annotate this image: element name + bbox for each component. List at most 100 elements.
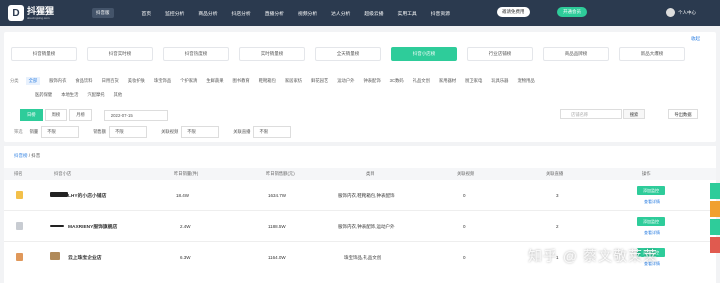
shop-name[interactable]: 云上珠宝企业店 [68, 254, 102, 261]
main-nav: 首页 监控分析 商品分析 抖店分析 直播分析 视频分析 达人分析 超级云播 实用… [142, 10, 464, 17]
filter-panel: 收起 抖音销量榜 抖音实时榜 抖音热度榜 实时销量榜 全天销量榜 抖音小店榜 行… [4, 32, 716, 142]
subcategory-chip[interactable]: 本地生活 [61, 92, 78, 98]
subcategory-chip[interactable]: 家居家纺 [285, 78, 302, 84]
sales-filter-select[interactable]: 不限 [41, 126, 80, 138]
category-tab[interactable]: 商品品牌榜 [543, 47, 609, 61]
videos-value: 0 [463, 224, 466, 229]
view-detail-link[interactable]: 查看详情 [644, 230, 660, 236]
region-selector[interactable]: 抖音版 [92, 8, 114, 18]
nav-item-shop[interactable]: 抖店分析 [232, 10, 251, 17]
nav-item-tools[interactable]: 实用工具 [398, 10, 417, 17]
shop-search-input[interactable]: 店铺名称 [560, 109, 622, 119]
period-week[interactable]: 周榜 [44, 109, 68, 121]
date-picker[interactable]: 2022-07-15 [103, 109, 168, 121]
revenue-filter-label: 销售额 [93, 129, 107, 134]
collapse-link[interactable]: 收起 [691, 36, 700, 42]
add-monitor-button[interactable]: 添加监控 [637, 186, 665, 195]
subcategory-chip[interactable]: 其他 [114, 92, 123, 98]
nav-item-live[interactable]: 直播分析 [265, 10, 284, 17]
side-tab[interactable] [710, 183, 720, 199]
nav-item-video[interactable]: 视频分析 [298, 10, 317, 17]
videos-value: 0 [463, 193, 466, 198]
breadcrumb-home[interactable]: 抖音榜 [14, 153, 28, 158]
subcategory-chip[interactable]: 鞋靴箱包 [259, 78, 276, 84]
vip-button[interactable]: 开通会员 [557, 7, 587, 17]
header-videos[interactable]: 关联视频 [457, 171, 474, 177]
header-revenue[interactable]: 昨日销售额(元) [266, 171, 295, 177]
subcategory-chip[interactable]: 服饰内衣 [49, 78, 66, 84]
category-label: 分类 [10, 78, 19, 83]
category-tab[interactable]: 抖音实时榜 [87, 47, 153, 61]
category-value: 珠宝饰品,礼品文创 [344, 255, 382, 260]
nav-item-product[interactable]: 商品分析 [198, 10, 217, 17]
sales-value: 2.4W [180, 224, 191, 229]
invite-button[interactable]: 邀请免费用 [497, 7, 530, 17]
subcategory-chip[interactable]: 食品饮料 [75, 78, 92, 84]
revenue-value: 1188.5W [268, 224, 286, 229]
period-day[interactable]: 日榜 [20, 109, 43, 121]
subcategory-chip[interactable]: 汽配摩托 [87, 92, 104, 98]
shop-name[interactable]: MAXRIENY服饰旗舰店 [68, 223, 117, 230]
subcategory-row: 分类 全部 服饰内衣 食品饮料 日用百货 美妆护肤 珠宝饰品 个护家清 生鲜蔬果… [10, 77, 544, 85]
shop-name[interactable]: LHY的小店小铺店 [68, 192, 106, 199]
video-filter-label: 关联视频 [161, 129, 179, 134]
category-tab[interactable]: 全天销量榜 [315, 47, 381, 61]
view-detail-link[interactable]: 查看详情 [644, 199, 660, 205]
category-tab-active[interactable]: 抖音小店榜 [391, 47, 457, 61]
nav-item-influencer[interactable]: 达人分析 [331, 10, 350, 17]
add-monitor-button[interactable]: 添加监控 [637, 217, 665, 226]
subcategory-chip[interactable]: 运动户外 [337, 78, 354, 84]
shop-logo [50, 192, 68, 197]
logo-subtitle: douxingxing.com [27, 15, 50, 20]
category-tab[interactable]: 新品大爆榜 [619, 47, 685, 61]
subcategory-chip[interactable]: 家用器材 [439, 78, 456, 84]
nav-item-resources[interactable]: 抖音资源 [431, 10, 450, 17]
subcategory-chip[interactable]: 生鲜蔬果 [206, 78, 223, 84]
subcategory-chip[interactable]: 个护家清 [180, 78, 197, 84]
side-tab[interactable] [710, 201, 720, 217]
watermark: 知乎 @ 蔡文敬莱莱 [528, 248, 658, 264]
subcategory-chip[interactable]: 钟表配饰 [363, 78, 380, 84]
category-tab[interactable]: 实时销量榜 [239, 47, 305, 61]
revenue-filter-select[interactable]: 不限 [109, 126, 148, 138]
search-button[interactable]: 搜索 [623, 109, 645, 119]
header-lives[interactable]: 关联直播 [546, 171, 563, 177]
side-tab[interactable] [710, 237, 720, 253]
breadcrumb-current: 抖音 [31, 153, 41, 158]
video-filter-select[interactable]: 不限 [181, 126, 220, 138]
category-value: 服饰内衣,鞋靴箱包,钟表配饰 [338, 193, 395, 198]
logo-name: 抖猩猩 [27, 5, 55, 16]
live-filter-label: 关联直播 [233, 129, 251, 134]
export-button[interactable]: 导出数据 [668, 109, 698, 119]
category-tab[interactable]: 抖音销量榜 [11, 47, 77, 61]
subcategory-chip[interactable]: 日用百货 [102, 78, 119, 84]
subcategory-chip[interactable]: 美妆护肤 [128, 78, 145, 84]
subcategory-chip[interactable]: 礼品文创 [413, 78, 430, 84]
subcategory-chip[interactable]: 珠宝饰品 [154, 78, 171, 84]
subcategory-chip[interactable]: 鲜花园艺 [311, 78, 328, 84]
sales-value: 6.3W [180, 255, 191, 260]
subcategory-chip[interactable]: 玩具乐器 [491, 78, 508, 84]
subcategory-chip-active[interactable]: 全部 [25, 77, 41, 85]
header-ops: 操作 [642, 171, 651, 176]
user-menu[interactable]: 个人中心 [666, 8, 696, 17]
subcategory-chip[interactable]: 宠物用品 [517, 78, 534, 84]
category-tab[interactable]: 行业店铺榜 [467, 47, 533, 61]
subcategory-row-2: 医药保健 本地生活 汽配摩托 其他 [35, 92, 131, 98]
subcategory-chip[interactable]: 医药保健 [35, 92, 52, 98]
nav-item-home[interactable]: 首页 [142, 10, 152, 17]
brand-logo[interactable]: D 抖猩猩 douxingxing.com [8, 5, 88, 21]
nav-item-monitor[interactable]: 监控分析 [165, 10, 184, 17]
subcategory-chip[interactable]: 3C数码 [390, 78, 404, 84]
header-rank: 排名 [14, 171, 23, 176]
ranking-categories: 抖音销量榜 抖音实时榜 抖音热度榜 实时销量榜 全天销量榜 抖音小店榜 行业店铺… [11, 47, 695, 61]
category-tab[interactable]: 抖音热度榜 [163, 47, 229, 61]
subcategory-chip[interactable]: 厨卫家电 [465, 78, 482, 84]
logo-mark: D [8, 5, 24, 21]
nav-item-cloud[interactable]: 超级云播 [364, 10, 383, 17]
side-tab[interactable] [710, 219, 720, 235]
subcategory-chip[interactable]: 图书教育 [233, 78, 250, 84]
header-sales[interactable]: 昨日销量(件) [174, 171, 198, 177]
period-month[interactable]: 月榜 [69, 109, 92, 121]
live-filter-select[interactable]: 不限 [253, 126, 292, 138]
